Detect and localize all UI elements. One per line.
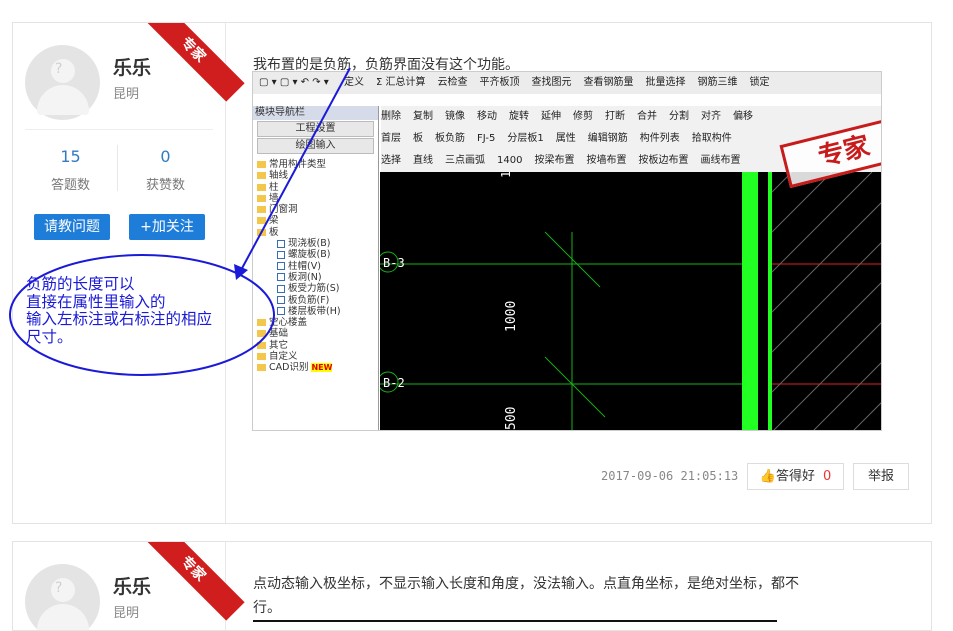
rebar-line (544, 356, 606, 418)
expert-ribbon: 专家 (141, 542, 245, 621)
component-tree: 常用构件类型 轴线 柱 墙 门窗洞 梁 板 现浇板(B) 螺旋板(B) 柱帽(V… (253, 155, 378, 374)
user-city: 昆明 (113, 606, 140, 621)
user-sidebar: ? 乐乐 昆明 专家 15 答题数 0 获赞数 请教问题 +加关注 (13, 23, 245, 523)
answer-count-stat: 15 答题数 (23, 147, 118, 193)
folder-icon (257, 353, 266, 361)
component-icon (277, 296, 285, 305)
screenshot-toolbar-1: ▢ ▾ ▢ ▾ ↶ ↷ ▾ 定义 Σ 汇总计算 云检查 平齐板顶 查找图元 查看钢筋量 批量… (253, 72, 881, 94)
new-badge: NEW (311, 363, 333, 373)
tree-subitem[interactable]: 板负筋(F) (255, 295, 378, 306)
folder-icon (257, 206, 266, 214)
tree-item[interactable]: CAD识别 NEW (255, 362, 378, 373)
tree-item[interactable]: 门窗洞 (255, 204, 378, 215)
screenshot-toolbar-2: 删除 复制 镜像 移动 旋转 延伸 修剪 打断 合并 分割 对齐 偏移 (381, 106, 881, 128)
tree-item[interactable]: 常用构件类型 (255, 159, 378, 170)
component-icon (277, 273, 285, 282)
tree-subitem[interactable]: 楼层板带(H) (255, 306, 378, 317)
tree-subitem[interactable]: 柱帽(V) (255, 261, 378, 272)
component-icon (277, 307, 285, 316)
tree-item[interactable]: 轴线 (255, 170, 378, 181)
answer-count-label: 答题数 (50, 178, 90, 193)
user-sidebar: ? 乐乐 昆明 专家 (13, 542, 245, 630)
ask-question-button[interactable]: 请教问题 (34, 214, 110, 240)
user-city: 昆明 (113, 87, 140, 102)
axis-label-b2: B-2 (383, 376, 405, 390)
tree-item[interactable]: 其它 (255, 340, 378, 351)
nav-panel-title: 模块导航栏 (253, 106, 378, 120)
tree-item[interactable]: 板 (255, 227, 378, 238)
helpful-count: 0 (822, 469, 832, 484)
screenshot-top-edge (253, 620, 777, 622)
avatar[interactable]: ? (25, 564, 100, 630)
beam-gap (758, 172, 768, 430)
folder-icon (257, 194, 266, 202)
drawing-input-button[interactable]: 绘图输入 (257, 138, 374, 154)
folder-icon (257, 172, 266, 180)
annotation-line: 输入左标注或右标注的相应 (26, 310, 213, 328)
tree-item[interactable]: 柱 (255, 182, 378, 193)
thumbs-up-icon: 👍 (759, 469, 776, 484)
hatch-area (771, 171, 881, 430)
component-icon (277, 250, 285, 259)
like-count-label: 获赞数 (145, 178, 185, 193)
folder-icon (257, 341, 266, 349)
attached-screenshot[interactable]: ▢ ▾ ▢ ▾ ↶ ↷ ▾ 定义 Σ 汇总计算 云检查 平齐板顶 查找图元 查看钢筋量 批量… (252, 71, 882, 431)
dim-label-500: 500 (504, 407, 519, 430)
project-settings-button[interactable]: 工程设置 (257, 121, 374, 137)
answer-card: ? 乐乐 昆明 专家 15 答题数 0 获赞数 请教问题 +加关注 我布置的是负… (12, 22, 932, 524)
canvas-drawing: B-3 B-2 1 1000 500 (377, 171, 881, 430)
tree-item[interactable]: 自定义 (255, 351, 378, 362)
folder-icon (257, 161, 266, 168)
annotation-line: 直接在属性里输入的 (26, 292, 166, 311)
helpful-label: 答得好 (775, 469, 815, 484)
answer-timestamp: 2017-09-06 21:05:13 (601, 469, 739, 483)
answer-count: 15 (60, 147, 81, 166)
tree-subitem[interactable]: 板受力筋(S) (255, 283, 378, 294)
folder-icon (257, 330, 266, 338)
green-beam (742, 172, 758, 430)
avatar[interactable]: ? (25, 45, 100, 120)
tree-subitem[interactable]: 现浇板(B) (255, 238, 378, 249)
user-name[interactable]: 乐乐 (113, 53, 151, 80)
folder-icon (257, 183, 266, 191)
handwritten-annotation: 负筋的长度可以 直接在属性里输入的 输入左标注或右标注的相应 尺寸。 (26, 275, 213, 346)
answer-text: 点动态输入极坐标，不显示输入长度和角度，没法输入。点直角坐标，是绝对坐标，都不行… (253, 576, 799, 616)
folder-icon (257, 228, 266, 236)
dim-label-1000: 1000 (504, 301, 519, 332)
expert-ribbon: 专家 (141, 23, 245, 102)
tree-item[interactable]: 空心楼盖 (255, 317, 378, 328)
dim-label: 1 (499, 172, 513, 178)
annotation-line: 负筋的长度可以 (26, 275, 135, 293)
tree-item[interactable]: 墙 (255, 193, 378, 204)
tree-subitem[interactable]: 板洞(N) (255, 272, 378, 283)
tree-subitem[interactable]: 螺旋板(B) (255, 249, 378, 260)
component-icon (277, 239, 285, 248)
answer-card: ? 乐乐 昆明 专家 点动态输入极坐标，不显示输入长度和角度，没法输入。点直角坐… (12, 541, 932, 631)
drawing-canvas[interactable]: B-3 B-2 1 1000 500 (377, 171, 881, 430)
like-count-stat: 0 获赞数 (118, 147, 213, 193)
user-name[interactable]: 乐乐 (113, 572, 151, 599)
green-beam (768, 172, 772, 430)
folder-icon (257, 319, 266, 327)
tree-item[interactable]: 梁 (255, 215, 378, 226)
folder-icon (257, 364, 266, 372)
axis-label-b3: B-3 (383, 256, 405, 270)
like-count: 0 (160, 147, 171, 166)
helpful-button[interactable]: 👍答得好 0 (747, 463, 844, 490)
module-navigation-panel: 模块导航栏 工程设置 绘图输入 常用构件类型 轴线 柱 墙 门窗洞 梁 板 现浇… (253, 106, 379, 430)
report-button[interactable]: 举报 (853, 463, 909, 490)
divider (25, 129, 213, 130)
folder-icon (257, 217, 266, 225)
follow-button[interactable]: +加关注 (129, 214, 205, 240)
component-icon (277, 262, 285, 271)
annotation-line: 尺寸。 (26, 327, 73, 346)
tree-item[interactable]: 基础 (255, 328, 378, 339)
component-icon (277, 284, 285, 293)
